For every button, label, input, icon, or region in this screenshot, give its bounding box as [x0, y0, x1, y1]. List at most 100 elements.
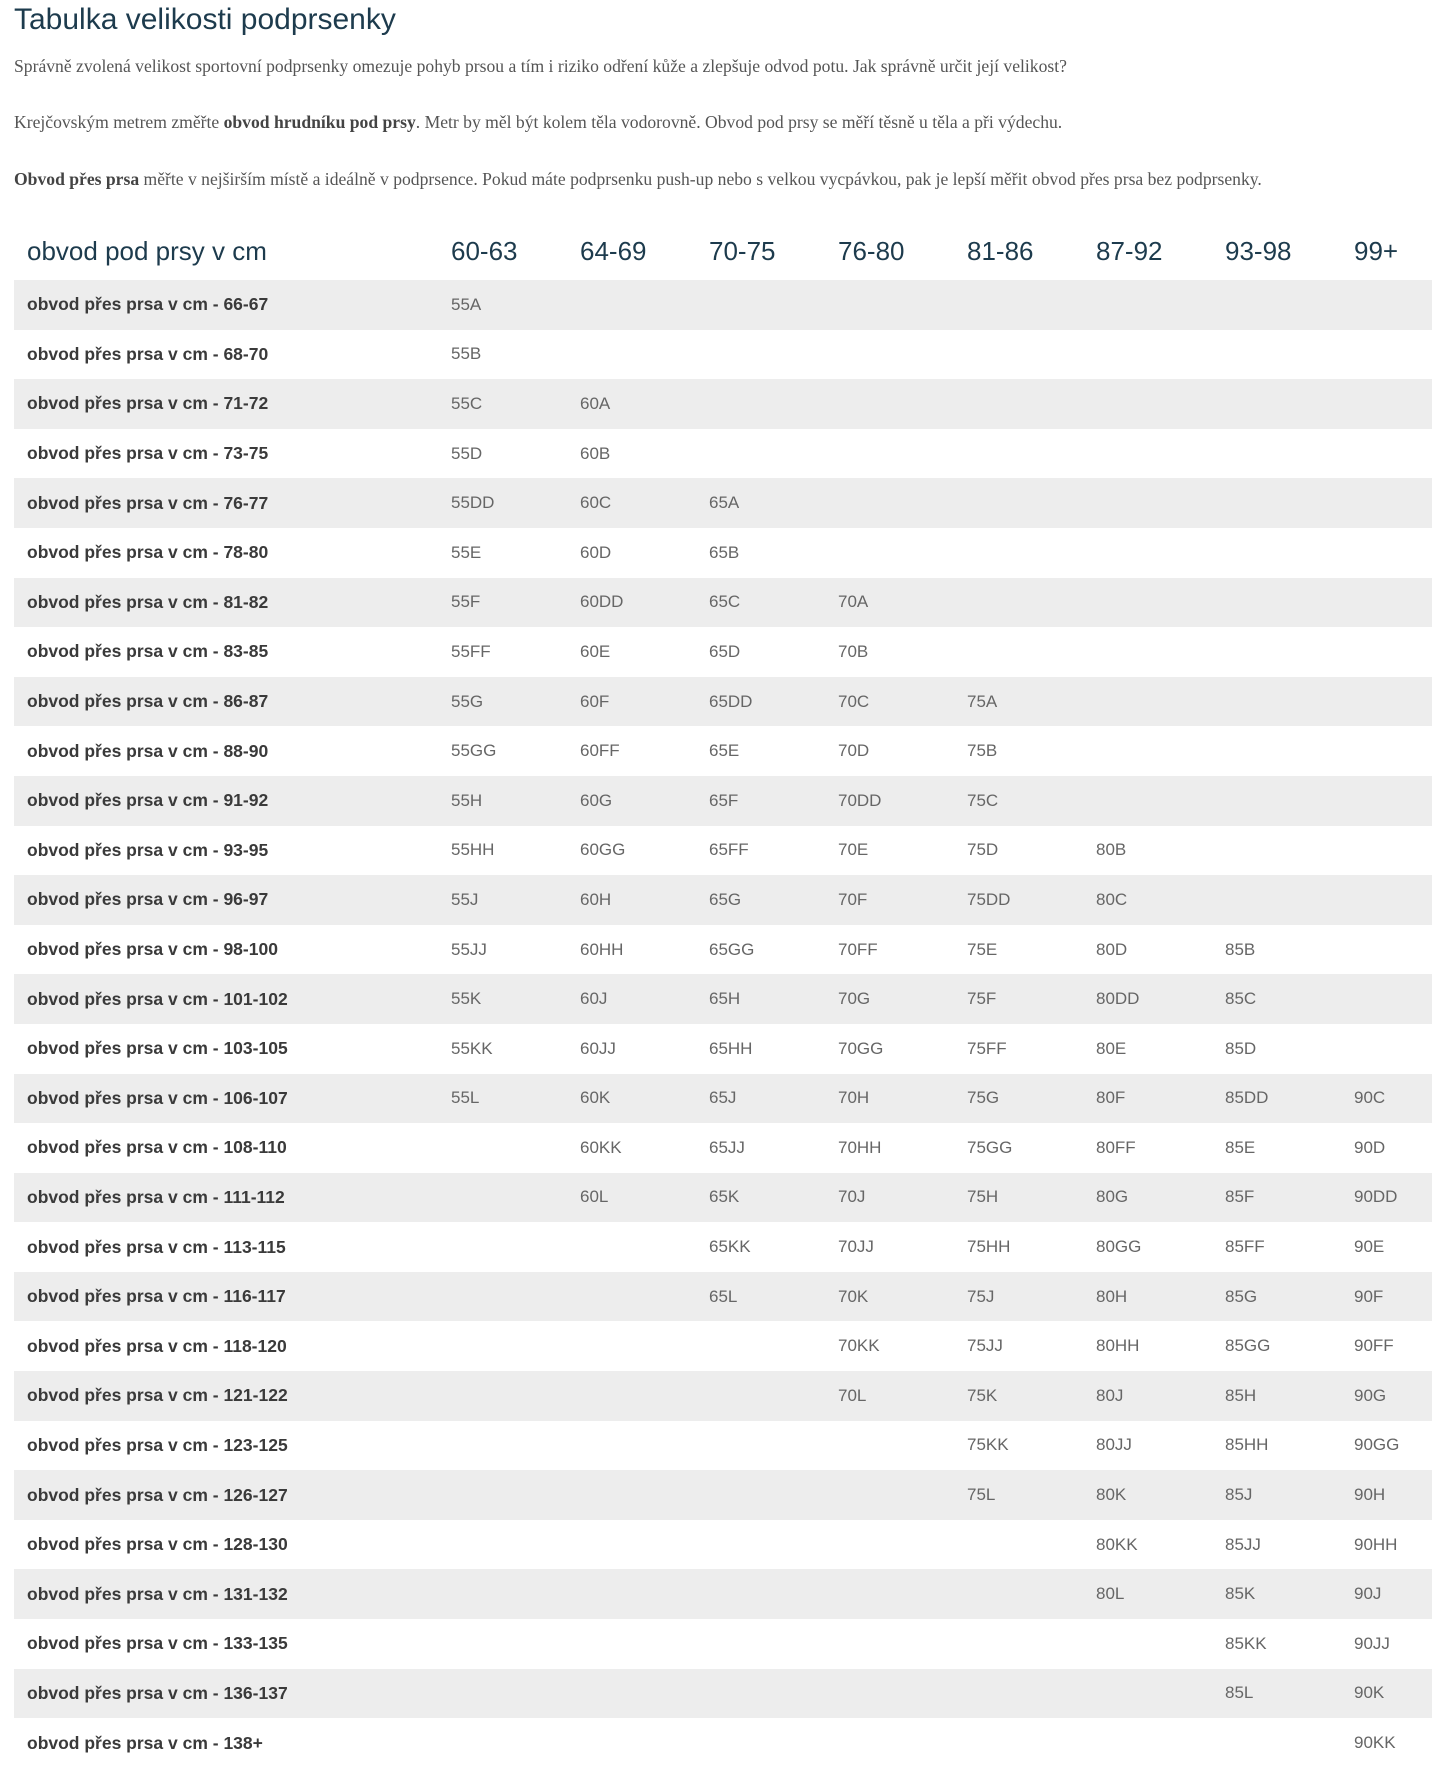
size-cell	[1342, 527, 1432, 578]
size-guide-page: Tabulka velikosti podprsenky Správně zvo…	[14, 0, 1432, 1768]
size-cell	[439, 1222, 568, 1272]
size-cell	[826, 1569, 955, 1620]
size-cell	[1213, 379, 1342, 429]
size-cell: 70L	[826, 1371, 955, 1421]
size-cell: 80E	[1084, 1023, 1213, 1074]
size-cell	[439, 1123, 568, 1173]
size-cell	[1213, 775, 1342, 826]
size-cell	[1342, 627, 1432, 677]
size-cell	[955, 1569, 1084, 1620]
table-row: obvod přes prsa v cm - 123-125 75KK 80JJ 85…	[14, 1420, 1432, 1471]
size-cell	[1213, 527, 1342, 578]
size-cell	[1084, 775, 1213, 826]
size-cell: 55A	[439, 280, 568, 330]
size-cell	[1213, 676, 1342, 727]
size-cell	[697, 1470, 826, 1520]
size-cell: 60B	[568, 428, 697, 479]
size-cell: 60GG	[568, 825, 697, 876]
size-cell: 65H	[697, 974, 826, 1024]
size-cell: 75A	[955, 676, 1084, 727]
size-cell: 65C	[697, 577, 826, 628]
size-cell: 85K	[1213, 1569, 1342, 1620]
size-cell	[826, 379, 955, 429]
size-cell	[697, 1371, 826, 1421]
size-cell: 75HH	[955, 1222, 1084, 1272]
size-cell	[1342, 726, 1432, 776]
size-cell: 70FF	[826, 924, 955, 975]
size-cell	[568, 1371, 697, 1421]
size-cell: 90J	[1342, 1569, 1432, 1620]
size-cell	[697, 1718, 826, 1768]
size-cell	[955, 379, 1084, 429]
size-cell: 85B	[1213, 924, 1342, 975]
table-row: obvod přes prsa v cm - 91-92 55H 60G 65F 70D…	[14, 775, 1432, 826]
size-cell	[1213, 627, 1342, 677]
size-cell: 75FF	[955, 1023, 1084, 1074]
size-cell: 65L	[697, 1271, 826, 1322]
size-cell	[955, 329, 1084, 380]
table-row: obvod přes prsa v cm - 81-82 55F 60DD 65C 70…	[14, 577, 1432, 628]
intro-paragraph-3: Obvod přes prsa měřte v nejširším místě …	[14, 167, 1262, 191]
size-cell: 60JJ	[568, 1023, 697, 1074]
size-cell: 55E	[439, 527, 568, 578]
row-bust-label: obvod přes prsa v cm - 66-67	[14, 280, 439, 330]
intro-paragraph-1: Správně zvolená velikost sportovní podpr…	[14, 56, 1067, 76]
size-cell: 85C	[1213, 974, 1342, 1024]
size-cell: 70C	[826, 676, 955, 727]
size-cell: 90C	[1342, 1073, 1432, 1124]
table-row: obvod přes prsa v cm - 111-112 60L 65K 70J 7…	[14, 1172, 1432, 1223]
size-cell: 55DD	[439, 478, 568, 528]
table-row: obvod přes prsa v cm - 138+ 90KK	[14, 1718, 1432, 1768]
size-cell	[1084, 329, 1213, 380]
size-cell: 70K	[826, 1271, 955, 1322]
size-cell	[697, 1569, 826, 1620]
intro-p3-text-b: měřte v nejširším místě a ideálně v podp…	[139, 169, 1262, 189]
size-cell: 70B	[826, 627, 955, 677]
size-cell	[955, 1619, 1084, 1669]
size-cell: 85KK	[1213, 1619, 1342, 1669]
size-cell	[955, 280, 1084, 330]
size-cell	[1084, 726, 1213, 776]
size-cell: 65FF	[697, 825, 826, 876]
table-row: obvod přes prsa v cm - 133-135 85KK 90JJ	[14, 1619, 1432, 1669]
size-cell: 75K	[955, 1371, 1084, 1421]
size-cell: 65A	[697, 478, 826, 528]
row-bust-label: obvod přes prsa v cm - 128-130	[14, 1519, 439, 1570]
size-cell	[1342, 775, 1432, 826]
size-cell	[1342, 379, 1432, 429]
size-cell: 60KK	[568, 1123, 697, 1173]
size-cell: 60H	[568, 875, 697, 925]
size-cell: 80GG	[1084, 1222, 1213, 1272]
header-underbust-range: 70-75	[709, 235, 776, 266]
size-cell	[1213, 875, 1342, 925]
header-underbust-range: 81-86	[967, 235, 1034, 266]
size-cell	[1342, 875, 1432, 925]
size-cell	[697, 428, 826, 479]
size-cell	[568, 1271, 697, 1322]
size-cell: 65D	[697, 627, 826, 677]
size-cell: 70F	[826, 875, 955, 925]
size-cell	[439, 1172, 568, 1223]
table-row: obvod přes prsa v cm - 118-120 70KK 75JJ 80…	[14, 1321, 1432, 1372]
row-bust-label: obvod přes prsa v cm - 133-135	[14, 1619, 439, 1669]
size-cell: 85J	[1213, 1470, 1342, 1520]
row-bust-label: obvod přes prsa v cm - 71-72	[14, 379, 439, 429]
size-cell	[568, 329, 697, 380]
header-underbust-label: obvod pod prsy v cm	[27, 235, 267, 266]
size-cell	[439, 1619, 568, 1669]
size-cell	[826, 527, 955, 578]
row-bust-label: obvod přes prsa v cm - 83-85	[14, 627, 439, 677]
row-bust-label: obvod přes prsa v cm - 126-127	[14, 1470, 439, 1520]
size-cell: 80K	[1084, 1470, 1213, 1520]
size-cell: 75GG	[955, 1123, 1084, 1173]
size-cell	[955, 428, 1084, 479]
size-cell	[1342, 825, 1432, 876]
row-bust-label: obvod přes prsa v cm - 91-92	[14, 775, 439, 826]
table-row: obvod přes prsa v cm - 101-102 55K 60J 65H 7…	[14, 974, 1432, 1024]
size-cell	[1084, 1619, 1213, 1669]
row-bust-label: obvod přes prsa v cm - 88-90	[14, 726, 439, 776]
size-cell: 75E	[955, 924, 1084, 975]
size-cell: 90KK	[1342, 1718, 1432, 1768]
row-bust-label: obvod přes prsa v cm - 116-117	[14, 1271, 439, 1322]
size-cell	[826, 1420, 955, 1471]
